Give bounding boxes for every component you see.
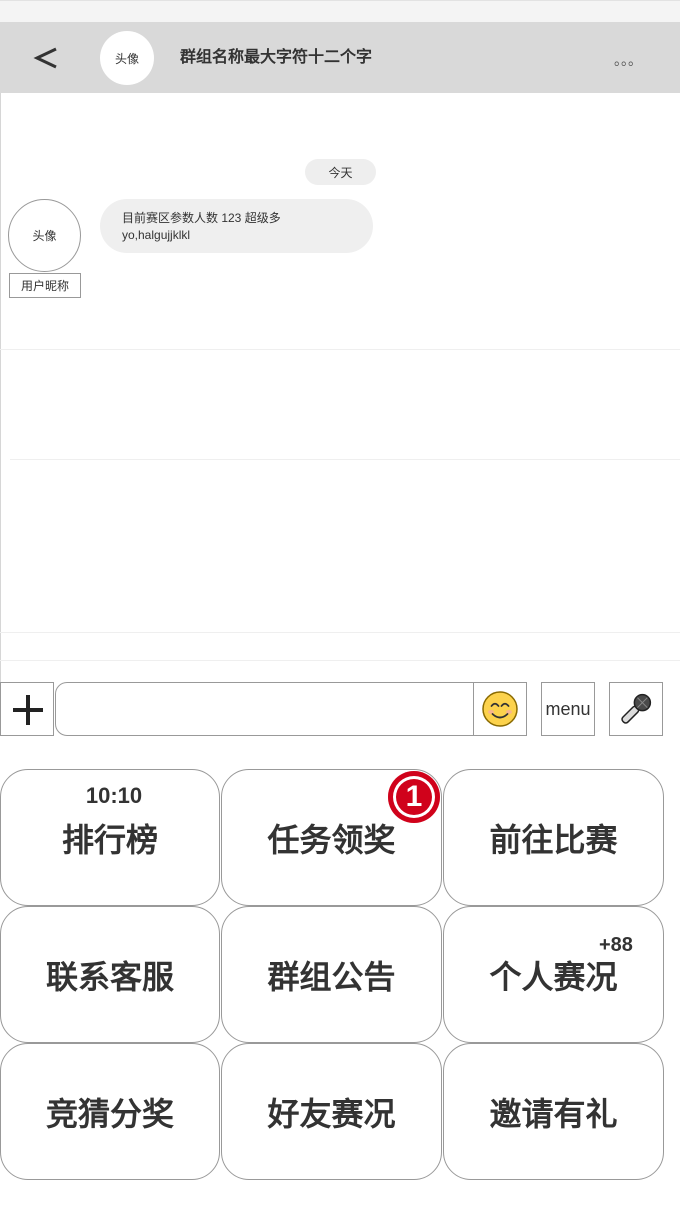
microphone-icon [621,693,652,724]
user-avatar-label: 头像 [32,229,57,243]
customer-service-button[interactable]: 联系客服 [0,906,220,1043]
chat-header: 头像 群组名称最大字符十二个字 。。。 [0,22,680,93]
more-options-button[interactable]: 。。。 [614,48,642,72]
message-bubble[interactable]: 目前赛区参数人数 123 超级多 yo,halgujjklkl [100,199,373,253]
grid-button-label: 群组公告 [267,958,396,995]
group-announcement-button[interactable]: 群组公告 [221,906,442,1043]
go-to-match-button[interactable]: 前往比赛 [443,769,664,906]
message-text-line: yo,halgujjklkl [122,228,191,242]
message-text-line: 目前赛区参数人数 123 超级多 [122,211,281,225]
date-separator: 今天 [305,159,376,185]
menu-button[interactable]: menu [541,682,595,736]
friends-stats-button[interactable]: 好友赛况 [221,1043,442,1180]
grid-button-label: 排行榜 [61,821,158,858]
invite-reward-button[interactable]: 邀请有礼 [443,1043,664,1180]
voice-input-button[interactable] [609,682,663,736]
countdown-time: 10:10 [85,783,143,808]
leaderboard-button[interactable]: 10:10 排行榜 [0,769,220,906]
status-strip [0,0,680,22]
divider [0,660,680,661]
notification-badge: 1 [388,771,440,823]
prediction-reward-button[interactable]: 竞猜分奖 [0,1043,220,1180]
group-avatar[interactable]: 头像 [100,31,154,85]
add-attachment-button[interactable] [0,682,54,736]
back-button[interactable] [30,44,62,72]
smiley-face-icon [482,691,518,727]
grid-button-label: 前往比赛 [489,821,618,858]
grid-button-label: 竞猜分奖 [45,1095,174,1132]
divider [0,632,680,633]
grid-button-label: 邀请有礼 [489,1095,618,1132]
divider [10,459,680,460]
task-reward-button[interactable]: 任务领奖 1 [221,769,442,906]
group-avatar-label: 头像 [114,51,139,66]
group-name-title: 群组名称最大字符十二个字 [180,49,373,66]
chevron-left-icon [33,47,57,69]
grid-button-label: 联系客服 [45,958,174,995]
divider [0,349,680,350]
emoji-button[interactable] [473,682,527,736]
personal-stats-button[interactable]: +88 个人赛况 [443,906,664,1043]
grid-button-label: 个人赛况 [489,958,618,995]
user-avatar[interactable]: 头像 [8,199,81,272]
menu-button-label: menu [545,698,591,719]
user-nickname: 用户昵称 [9,273,81,298]
message-input[interactable] [55,682,515,736]
grid-button-label: 好友赛况 [267,1095,396,1132]
